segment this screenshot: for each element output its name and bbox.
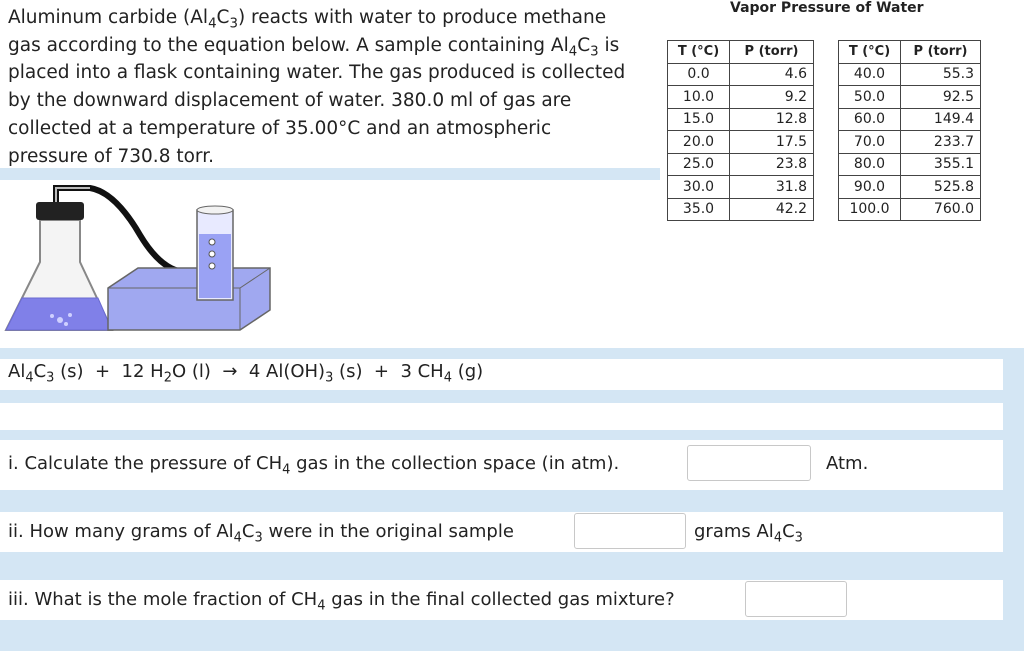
temperature-cell: 0.0 — [667, 62, 730, 86]
temperature-cell: 20.0 — [667, 130, 730, 154]
temperature-cell: 80.0 — [838, 152, 901, 176]
temperature-cell: 60.0 — [838, 107, 901, 131]
temperature-cell: 40.0 — [838, 62, 901, 86]
pressure-cell: 92.5 — [900, 85, 981, 109]
table-row: 50.0 92.5 — [838, 85, 981, 109]
column-header-pressure: P (torr) — [729, 40, 814, 64]
intro-line-2: gas according to the equation below. A s… — [8, 34, 620, 60]
gas-collection-apparatus-illustration — [4, 185, 271, 331]
pressure-cell: 525.8 — [900, 175, 981, 199]
table-row: 0.0 4.6 — [667, 62, 814, 86]
pressure-cell: 55.3 — [900, 62, 981, 86]
temperature-cell: 100.0 — [838, 197, 901, 221]
table-row: 70.0 233.7 — [838, 130, 981, 154]
intro-line-4: by the downward displacement of water. 3… — [8, 90, 572, 112]
mole-fraction-answer-input[interactable] — [745, 581, 847, 617]
table-row: 25.0 23.8 — [667, 152, 814, 176]
flask-stopper — [36, 202, 84, 220]
intro-line-3: placed into a flask containing water. Th… — [8, 62, 626, 84]
pressure-cell: 31.8 — [729, 175, 814, 199]
pressure-cell: 12.8 — [729, 107, 814, 131]
chemical-equation: Al4C3 (s) + 12 H2O (l) → 4 Al(OH)3 (s) +… — [8, 361, 484, 386]
intro-line-6: pressure of 730.8 torr. — [8, 145, 214, 167]
mass-answer-input[interactable] — [574, 513, 686, 549]
pressure-cell: 149.4 — [900, 107, 981, 131]
column-header-temp: T (°C) — [838, 40, 901, 64]
spacer-band — [0, 403, 1003, 430]
question-3-text: iii. What is the mole fraction of CH4 ga… — [8, 589, 675, 614]
vapor-table-title: Vapor Pressure of Water — [730, 0, 924, 16]
intro-line-5: collected at a temperature of 35.00°C an… — [8, 117, 552, 139]
question-2-text: ii. How many grams of Al4C3 were in the … — [8, 521, 514, 546]
temperature-cell: 35.0 — [667, 197, 730, 221]
column-header-pressure: P (torr) — [900, 40, 981, 64]
pressure-cell: 17.5 — [729, 130, 814, 154]
question-1-text: i. Calculate the pressure of CH4 gas in … — [8, 453, 620, 478]
temperature-cell: 10.0 — [667, 85, 730, 109]
problem-statement: Aluminum carbide (Al4C3) reacts with wat… — [8, 4, 663, 170]
illustration-panel — [0, 180, 660, 348]
pressure-cell: 233.7 — [900, 130, 981, 154]
table-row: 20.0 17.5 — [667, 130, 814, 154]
unit-atm: Atm. — [826, 453, 869, 474]
unit-grams-al4c3: grams Al4C3 — [694, 521, 803, 546]
pressure-cell: 355.1 — [900, 152, 981, 176]
temperature-cell: 25.0 — [667, 152, 730, 176]
table-row: 90.0 525.8 — [838, 175, 981, 199]
pressure-cell: 42.2 — [729, 197, 814, 221]
table-row: 100.0 760.0 — [838, 197, 981, 221]
table-row: 35.0 42.2 — [667, 197, 814, 221]
flask-liquid — [5, 297, 113, 331]
pressure-cell: 4.6 — [729, 62, 814, 86]
pressure-cell: 760.0 — [900, 197, 981, 221]
vapor-table-right: T (°C) P (torr) 40.0 55.3 50.0 92.5 60.0 149.… — [838, 40, 981, 221]
temperature-cell: 30.0 — [667, 175, 730, 199]
intro-line-1: Aluminum carbide (Al4C3) reacts with wat… — [8, 7, 607, 32]
vapor-table-left: T (°C) P (torr) 0.0 4.6 10.0 9.2 15.0 12.8 20.… — [667, 40, 814, 221]
table-row: 10.0 9.2 — [667, 85, 814, 109]
table-row: 15.0 12.8 — [667, 107, 814, 131]
temperature-cell: 70.0 — [838, 130, 901, 154]
table-row: 80.0 355.1 — [838, 152, 981, 176]
table-row: 60.0 149.4 — [838, 107, 981, 131]
pressure-answer-input[interactable] — [687, 445, 811, 481]
table-row: 40.0 55.3 — [838, 62, 981, 86]
temperature-cell: 15.0 — [667, 107, 730, 131]
pressure-cell: 9.2 — [729, 85, 814, 109]
column-header-temp: T (°C) — [667, 40, 730, 64]
temperature-cell: 90.0 — [838, 175, 901, 199]
table-row: 30.0 31.8 — [667, 175, 814, 199]
water-trough — [107, 267, 271, 331]
temperature-cell: 50.0 — [838, 85, 901, 109]
pressure-cell: 23.8 — [729, 152, 814, 176]
